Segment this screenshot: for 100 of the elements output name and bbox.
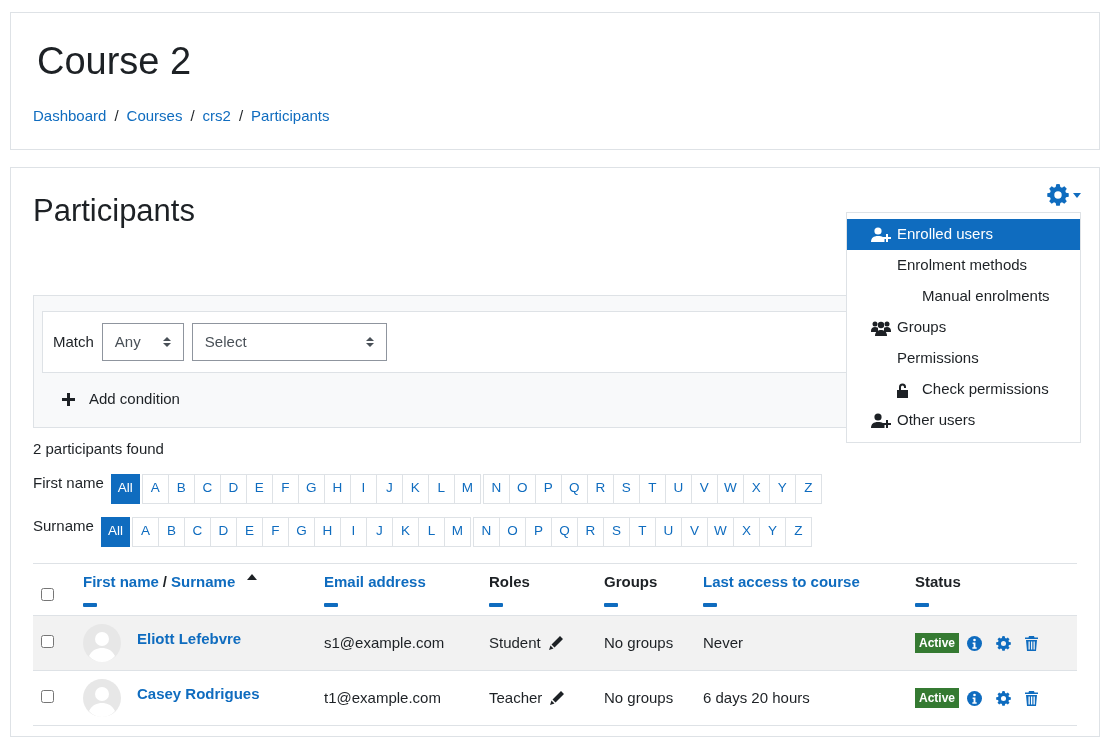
trash-icon[interactable] — [1025, 690, 1039, 706]
participant-name-link[interactable]: Eliott Lefebvre — [137, 627, 242, 651]
initial-letter-button[interactable]: V — [680, 516, 708, 547]
initial-letter-button[interactable]: Z — [784, 516, 812, 547]
initial-letter-button[interactable]: E — [245, 473, 273, 504]
initial-letter-button[interactable]: G — [287, 516, 315, 547]
breadcrumb-link[interactable]: crs2 — [202, 105, 231, 128]
initial-letter-button[interactable]: H — [313, 516, 341, 547]
avatar-silhouette-icon — [83, 624, 121, 662]
participant-name-link[interactable]: Casey Rodrigues — [137, 682, 260, 706]
row-checkbox[interactable] — [41, 634, 54, 648]
initial-letter-button[interactable]: C — [193, 473, 221, 504]
initial-letter-button[interactable]: L — [427, 473, 455, 504]
pencil-icon[interactable] — [550, 691, 565, 705]
initial-letter-button[interactable]: All — [100, 516, 130, 547]
initial-letter-button[interactable]: M — [443, 516, 471, 547]
initial-letter-button[interactable]: W — [716, 473, 744, 504]
initial-letter-button[interactable]: A — [141, 473, 169, 504]
breadcrumb-link[interactable]: Participants — [251, 105, 330, 128]
initial-letter-button[interactable]: C — [183, 516, 211, 547]
initial-letter-button[interactable]: P — [524, 516, 552, 547]
email-cell: t1@example.com — [316, 670, 481, 726]
initial-letter-button[interactable]: U — [654, 516, 682, 547]
initial-letter-button[interactable]: A — [131, 516, 159, 547]
initial-letter-button[interactable]: Y — [758, 516, 786, 547]
initial-letter-button[interactable]: J — [365, 516, 393, 547]
menu-item[interactable]: Manual enrolments — [847, 281, 1080, 312]
initial-letter-button[interactable]: E — [235, 516, 263, 547]
initial-letter-button[interactable]: O — [508, 473, 536, 504]
initial-letter-button[interactable]: B — [167, 473, 195, 504]
initial-letter-button[interactable]: All — [110, 473, 140, 504]
menu-item[interactable]: Enrolled users — [847, 219, 1080, 250]
initial-letter-button[interactable]: J — [375, 473, 403, 504]
initial-letter-button[interactable]: H — [323, 473, 351, 504]
match-select[interactable]: Any — [101, 323, 184, 361]
initial-letter-button[interactable]: O — [498, 516, 526, 547]
initial-letter-button[interactable]: N — [472, 516, 500, 547]
initial-letter-button[interactable]: T — [638, 473, 666, 504]
initial-letter-button[interactable]: Q — [550, 516, 578, 547]
column-header-link[interactable]: Surname — [171, 570, 236, 593]
settings-icon[interactable] — [996, 690, 1012, 706]
breadcrumb-separator: / — [114, 106, 119, 126]
row-checkbox[interactable] — [41, 689, 54, 703]
groups-cell: No groups — [596, 615, 695, 671]
initial-letter-button[interactable]: Y — [768, 473, 796, 504]
initial-letter-button[interactable]: R — [586, 473, 614, 504]
match-label: Match — [53, 331, 94, 352]
initial-letter-button[interactable]: Z — [794, 473, 822, 504]
role-text: Student — [489, 632, 541, 653]
breadcrumb-link[interactable]: Courses — [126, 105, 183, 128]
initial-letter-button[interactable]: D — [219, 473, 247, 504]
pencil-icon[interactable] — [548, 636, 563, 650]
column-header: Roles — [489, 571, 530, 592]
initial-letter-button[interactable]: N — [482, 473, 510, 504]
menu-item[interactable]: Other users — [847, 405, 1080, 436]
settings-icon[interactable] — [996, 635, 1012, 651]
user-plus-icon — [871, 412, 891, 429]
initial-letter-button[interactable]: X — [742, 473, 770, 504]
initial-letter-button[interactable]: T — [628, 516, 656, 547]
last-access-cell: 6 days 20 hours — [695, 670, 907, 726]
initial-letter-button[interactable]: L — [417, 516, 445, 547]
initial-letter-button[interactable]: Q — [560, 473, 588, 504]
info-icon[interactable] — [967, 635, 983, 651]
initial-letter-button[interactable]: B — [157, 516, 185, 547]
initial-letter-button[interactable]: K — [401, 473, 429, 504]
initial-letter-button[interactable]: S — [612, 473, 640, 504]
menu-item[interactable]: Permissions — [847, 343, 1080, 374]
initial-letter-button[interactable]: X — [732, 516, 760, 547]
initial-letter-button[interactable]: I — [339, 516, 367, 547]
initial-letter-button[interactable]: F — [261, 516, 289, 547]
column-header-link[interactable]: Email address — [324, 570, 426, 593]
initial-letter-button[interactable]: U — [664, 473, 692, 504]
email-cell: s1@example.com — [316, 615, 481, 671]
condition-select[interactable]: Select — [191, 323, 387, 361]
initial-letter-button[interactable]: W — [706, 516, 734, 547]
initial-letter-button[interactable]: R — [576, 516, 604, 547]
breadcrumb-link[interactable]: Dashboard — [33, 105, 107, 128]
select-all-checkbox[interactable] — [41, 587, 54, 601]
initial-letter-button[interactable]: F — [271, 473, 299, 504]
avatar-silhouette-icon — [83, 679, 121, 717]
menu-item[interactable]: Check permissions — [847, 374, 1080, 405]
unlocked-padlock-icon — [896, 381, 910, 398]
initial-letter-button[interactable]: S — [602, 516, 630, 547]
groups-cell: No groups — [596, 670, 695, 726]
column-header-link[interactable]: First name — [83, 570, 159, 593]
trash-icon[interactable] — [1025, 635, 1039, 651]
menu-item[interactable]: Enrolment methods — [847, 250, 1080, 281]
last-access-cell: Never — [695, 615, 907, 671]
initial-letter-button[interactable]: V — [690, 473, 718, 504]
menu-item[interactable]: Groups — [847, 312, 1080, 343]
initial-letter-button[interactable]: M — [453, 473, 481, 504]
add-condition-button[interactable]: Add condition — [62, 388, 180, 411]
initial-letter-button[interactable]: I — [349, 473, 377, 504]
initial-letter-button[interactable]: D — [209, 516, 237, 547]
initial-letter-button[interactable]: P — [534, 473, 562, 504]
settings-menu-button[interactable] — [1045, 182, 1083, 208]
info-icon[interactable] — [967, 690, 983, 706]
column-header-link[interactable]: Last access to course — [703, 570, 860, 593]
initial-letter-button[interactable]: G — [297, 473, 325, 504]
initial-letter-button[interactable]: K — [391, 516, 419, 547]
